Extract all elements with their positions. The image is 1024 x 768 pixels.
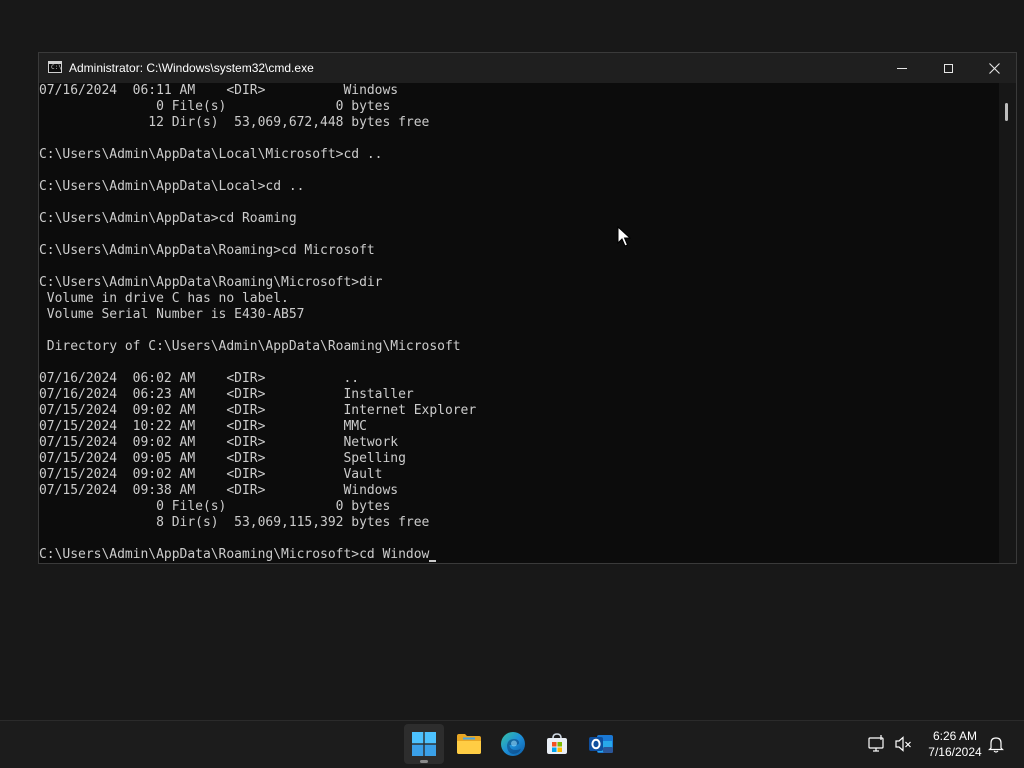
taskbar-file-explorer[interactable] — [449, 724, 489, 764]
console-line: C:\Users\Admin\AppData\Local\Microsoft>c… — [39, 147, 383, 162]
console-line: Volume Serial Number is E430-AB57 — [39, 307, 305, 322]
close-button[interactable] — [971, 53, 1016, 83]
network-icon[interactable] — [866, 734, 886, 754]
close-icon — [988, 62, 1000, 74]
console-line: 07/15/2024 09:02 AM <DIR> Internet Explo… — [39, 403, 477, 418]
minimize-button[interactable] — [879, 53, 925, 83]
console-line: 0 File(s) 0 bytes — [39, 99, 391, 114]
windows-logo-icon — [412, 732, 436, 756]
folder-icon — [457, 734, 481, 754]
console-line: 07/15/2024 10:22 AM <DIR> MMC — [39, 419, 367, 434]
console-line: Directory of C:\Users\Admin\AppData\Roam… — [39, 339, 461, 354]
outlook-icon — [589, 735, 613, 753]
console-line: 07/15/2024 09:38 AM <DIR> Windows — [39, 483, 399, 498]
bell-icon[interactable] — [986, 734, 1006, 754]
console-line: 07/15/2024 09:05 AM <DIR> Spelling — [39, 451, 406, 466]
mouse-pointer-icon — [617, 226, 631, 247]
minimize-icon — [897, 67, 907, 69]
console-input-line[interactable]: C:\Users\Admin\AppData\Roaming\Microsoft… — [39, 547, 999, 563]
console-icon[interactable]: C:\ — [48, 61, 62, 73]
console-line: C:\Users\Admin\AppData\Roaming>cd Micros… — [39, 243, 375, 258]
console-line: C:\Users\Admin\AppData\Local>cd .. — [39, 179, 305, 194]
cmd-window[interactable]: C:\ Administrator: C:\Windows\system32\c… — [38, 52, 1017, 564]
system-clock[interactable]: 6:26 AM 7/16/2024 — [920, 728, 990, 760]
clock-date: 7/16/2024 — [928, 745, 982, 759]
console-line: 07/16/2024 06:23 AM <DIR> Installer — [39, 387, 414, 402]
start-button[interactable] — [404, 724, 444, 764]
volume-muted-icon[interactable] — [893, 734, 913, 754]
clock-time: 6:26 AM — [932, 729, 978, 743]
console-line: C:\Users\Admin\AppData>cd Roaming — [39, 211, 297, 226]
edge-icon — [501, 732, 525, 756]
console-line: 0 File(s) 0 bytes — [39, 499, 391, 514]
maximize-button[interactable] — [925, 53, 971, 83]
console-line: C:\Users\Admin\AppData\Roaming\Microsoft… — [39, 275, 383, 290]
taskbar-outlook[interactable] — [581, 724, 621, 764]
scrollbar-thumb[interactable] — [1005, 103, 1008, 121]
taskbar: 6:26 AM 7/16/2024 — [0, 720, 1024, 768]
console-line: 07/16/2024 06:02 AM <DIR> .. — [39, 371, 360, 386]
taskbar-store[interactable] — [537, 724, 577, 764]
vertical-scrollbar[interactable] — [999, 83, 1016, 563]
maximize-icon — [943, 63, 953, 73]
title-bar[interactable]: C:\ Administrator: C:\Windows\system32\c… — [39, 53, 1016, 83]
console-line: Volume in drive C has no label. — [39, 291, 289, 306]
window-title: Administrator: C:\Windows\system32\cmd.e… — [69, 61, 314, 75]
store-icon — [547, 733, 567, 754]
console-line: 07/15/2024 09:02 AM <DIR> Network — [39, 435, 399, 450]
text-cursor — [429, 560, 437, 562]
command-prompt-input[interactable]: C:\Users\Admin\AppData\Roaming\Microsoft… — [39, 547, 429, 562]
console-line: 07/15/2024 09:02 AM <DIR> Vault — [39, 467, 383, 482]
console-line: 12 Dir(s) 53,069,672,448 bytes free — [39, 115, 430, 130]
console-line: 07/16/2024 06:11 AM <DIR> Windows — [39, 83, 399, 98]
console-icon-glyph: C:\ — [51, 64, 62, 71]
console-line: 8 Dir(s) 53,069,115,392 bytes free — [39, 515, 430, 530]
taskbar-edge[interactable] — [493, 724, 533, 764]
console-output[interactable]: 07/16/2024 06:11 AM <DIR> Windows 0 File… — [39, 83, 999, 563]
